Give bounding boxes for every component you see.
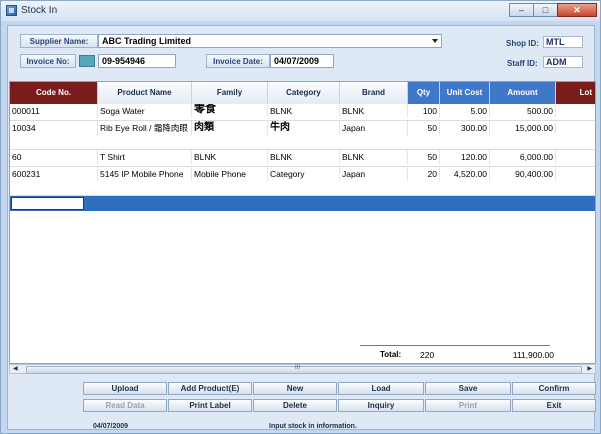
column-header-qty[interactable]: Qty [408,82,440,104]
cell-product[interactable]: Soga Water [98,104,192,118]
stock-in-table: Code No. Product Name Family Category Br… [9,81,596,364]
total-label: Total: [380,350,402,359]
staff-id-label: Staff ID: [507,59,538,68]
cell-unit-cost[interactable]: 300.00 [440,121,490,135]
add-product-button[interactable]: Add Product(E) [168,382,252,395]
table-row[interactable]: 600231 5145 IP Mobile Phone Mobile Phone… [10,167,595,195]
cell-lot[interactable] [556,167,595,171]
cell-code[interactable]: 600231 [10,167,98,181]
column-header-code[interactable]: Code No. [10,82,98,104]
cell-category[interactable]: BLNK [268,104,340,118]
shop-id-field[interactable]: MTL [543,36,583,48]
cell-category[interactable]: BLNK [268,150,340,164]
cell-unit-cost[interactable]: 5.00 [440,104,490,118]
table-row[interactable]: 10034 Rib Eye Roll / 霜降肉眼 肉類 牛肉 Japan 50… [10,121,595,149]
cell-product[interactable]: 5145 IP Mobile Phone [98,167,192,181]
inquiry-button[interactable]: Inquiry [338,399,424,412]
column-header-amount[interactable]: Amount [490,82,556,104]
column-header-brand[interactable]: Brand [340,82,408,104]
shop-id-label: Shop ID: [506,39,539,48]
staff-id-field[interactable]: ADM [543,56,583,68]
cell-family[interactable]: 肉類 [192,121,268,135]
invoice-date-field[interactable]: 04/07/2009 [270,54,334,68]
minimize-button[interactable]: – [509,3,534,17]
cell-brand[interactable]: Japan [340,121,408,135]
close-button[interactable]: ✕ [557,3,597,17]
total-amount: 111,900.00 [512,350,554,360]
cell-qty[interactable]: 20 [408,167,440,181]
stock-in-window: Stock In – □ ✕ Supplier Name: ABC Tradin… [0,0,601,434]
total-qty: 220 [420,350,435,360]
maximize-button[interactable]: □ [533,3,558,17]
cell-unit-cost[interactable]: 4,520.00 [440,167,490,181]
read-data-button[interactable]: Read Data [83,399,167,412]
scroll-grip-icon: III [295,365,301,371]
supplier-name-select[interactable]: ABC Trading Limited [98,34,442,48]
cell-code[interactable]: 60 [10,150,98,164]
scroll-left-icon[interactable]: ◀ [13,365,18,373]
cell-amount[interactable]: 500.00 [490,104,556,118]
cell-qty[interactable]: 100 [408,104,440,118]
cell-brand[interactable]: BLNK [340,104,408,118]
cell-code[interactable]: 000011 [10,104,98,118]
invoice-no-field[interactable]: 09-954946 [98,54,176,68]
invoice-lookup-button[interactable] [79,55,95,67]
cell-category[interactable]: Category [268,167,340,181]
cell-lot[interactable] [556,150,595,154]
delete-button[interactable]: Delete [253,399,337,412]
horizontal-scrollbar[interactable]: ◀ III ▶ [9,364,596,374]
total-divider [360,345,550,346]
new-entry-row[interactable] [10,196,595,211]
cell-unit-cost[interactable]: 120.00 [440,150,490,164]
table-row[interactable]: 60 T Shirt BLNK BLNK BLNK 50 120.00 6,00… [10,150,595,166]
save-button[interactable]: Save [425,382,511,395]
status-date: 04/07/2009 [93,423,129,430]
invoice-no-label: Invoice No: [20,54,76,68]
scroll-thumb[interactable]: III [26,365,582,374]
cell-product[interactable]: T Shirt [98,150,192,164]
app-icon [6,5,17,16]
column-header-lot[interactable]: Lot [556,82,595,104]
chevron-down-icon[interactable] [432,39,438,43]
status-message: Input stock in information. [269,423,357,430]
cell-amount[interactable]: 6,000.00 [490,150,556,164]
cell-amount[interactable]: 15,000.00 [490,121,556,135]
column-header-product-name[interactable]: Product Name [98,82,192,104]
confirm-button[interactable]: Confirm [512,382,596,395]
invoice-date-label: Invoice Date: [206,54,270,68]
load-button[interactable]: Load [338,382,424,395]
print-label-button[interactable]: Print Label [168,399,252,412]
cell-product[interactable]: Rib Eye Roll / 霜降肉眼 [98,121,192,135]
supplier-name-value: ABC Trading Limited [102,36,192,46]
print-button[interactable]: Print [425,399,511,412]
cell-brand[interactable]: BLNK [340,150,408,164]
cell-code[interactable]: 10034 [10,121,98,135]
cell-amount[interactable]: 90,400.00 [490,167,556,181]
cell-lot[interactable] [556,121,595,125]
new-button[interactable]: New [253,382,337,395]
cell-brand[interactable]: Japan [340,167,408,181]
title-bar[interactable]: Stock In – □ ✕ [1,1,600,21]
upload-button[interactable]: Upload [83,382,167,395]
scroll-right-icon[interactable]: ▶ [587,365,592,373]
cell-qty[interactable]: 50 [408,150,440,164]
cell-family[interactable]: Mobile Phone [192,167,268,181]
column-header-unit-cost[interactable]: Unit Cost [440,82,490,104]
new-code-input[interactable] [11,197,84,210]
column-header-family[interactable]: Family [192,82,268,104]
cell-qty[interactable]: 50 [408,121,440,135]
window-title: Stock In [21,5,58,16]
supplier-name-label: Supplier Name: [20,34,98,48]
cell-family[interactable]: BLNK [192,150,268,164]
cell-family[interactable]: 零食 [192,104,268,116]
cell-lot[interactable] [556,104,595,108]
cell-category[interactable]: 牛肉 [268,121,340,135]
column-header-category[interactable]: Category [268,82,340,104]
exit-button[interactable]: Exit [512,399,596,412]
table-row[interactable]: 000011 Soga Water 零食 BLNK BLNK 100 5.00 … [10,104,595,120]
